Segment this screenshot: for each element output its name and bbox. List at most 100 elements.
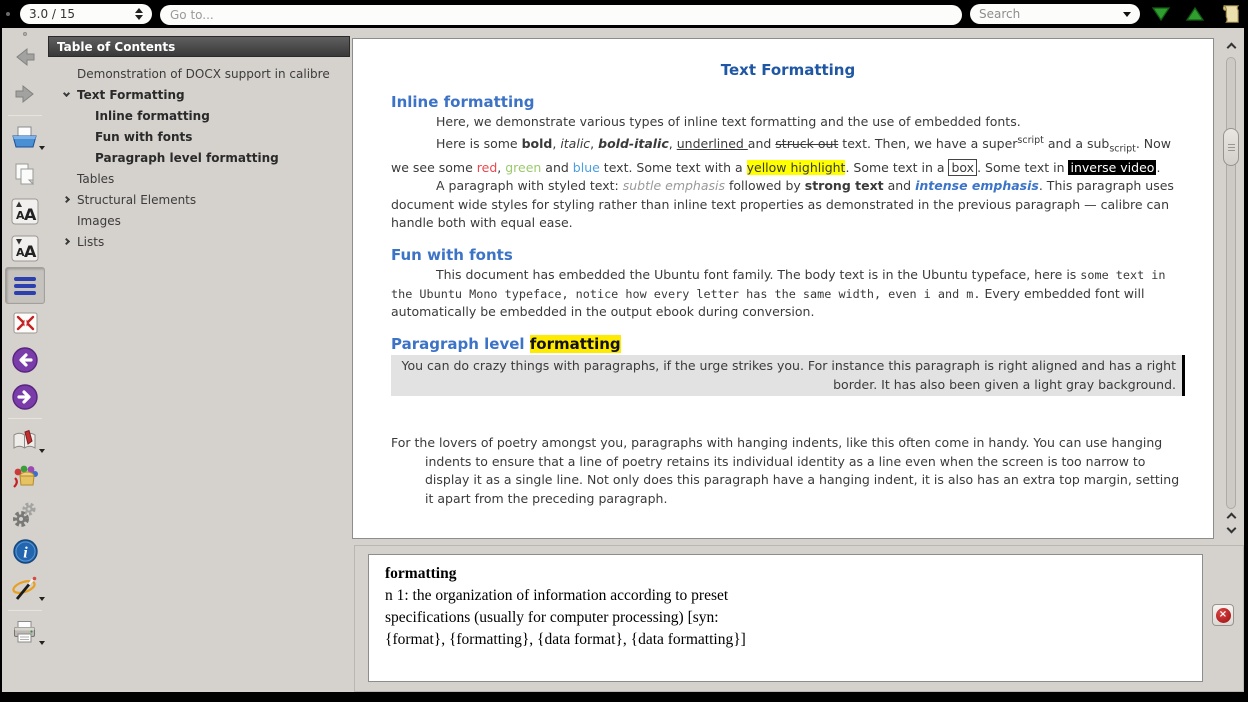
lookup-button[interactable] [5, 570, 45, 607]
preferences-colors-icon [11, 464, 39, 492]
toc-item[interactable]: Tables [48, 168, 350, 189]
forward-icon [12, 81, 38, 107]
text-span: and [748, 136, 776, 151]
scroll-up-icon[interactable] [1226, 43, 1236, 53]
section-heading-fun-with-fonts: Fun with fonts [391, 246, 1185, 265]
scrollbar-track[interactable] [1226, 57, 1236, 509]
dictionary-headword: formatting [385, 563, 1186, 585]
chevron-right-icon[interactable] [63, 238, 70, 245]
dictionary-panel: formatting n 1: the organization of info… [354, 545, 1244, 692]
toc-header: Table of Contents [48, 36, 350, 57]
text-span: and a sub [1044, 136, 1109, 151]
open-ebook-button[interactable] [5, 119, 45, 156]
toc-item[interactable]: Text Formatting [48, 84, 350, 105]
chevron-down-icon[interactable] [39, 597, 45, 601]
search-combobox[interactable]: Search [970, 4, 1140, 24]
paragraph: Here, we demonstrate various types of in… [391, 113, 1185, 132]
bookmarks-button[interactable] [5, 422, 45, 459]
table-of-contents-icon [14, 277, 36, 295]
preferences-button[interactable] [5, 496, 45, 533]
toc-item[interactable]: Paragraph level formatting [48, 147, 350, 168]
toc-item[interactable]: Inline formatting [48, 105, 350, 126]
bookmarks-icon [11, 428, 39, 454]
toc-item-label: Text Formatting [77, 88, 185, 102]
toc-header-label: Table of Contents [57, 40, 175, 54]
search-placeholder: Search [979, 7, 1020, 21]
chevron-down-icon[interactable] [39, 449, 45, 453]
toc-item[interactable]: Demonstration of DOCX support in calibre [48, 63, 350, 84]
section-heading-inline-formatting: Inline formatting [391, 93, 1185, 112]
preferences-gears-icon [11, 501, 39, 529]
scroll-up-icon[interactable] [1226, 513, 1236, 523]
toc-item-label: Paragraph level formatting [95, 151, 279, 165]
formatted-span-sub: script [1109, 143, 1135, 154]
toggle-paged-mode-button[interactable] [1216, 2, 1242, 26]
text-span: A paragraph with styled text: [436, 178, 623, 193]
paragraph: A paragraph with styled text: subtle emp… [391, 177, 1185, 233]
copy-button[interactable] [5, 156, 45, 193]
find-next-button[interactable] [1148, 6, 1174, 22]
table-of-contents-button[interactable] [5, 267, 45, 304]
formatted-span-sup: script [1017, 135, 1043, 146]
left-toolbar: A A A A [2, 28, 48, 692]
goto-field-wrap [160, 4, 962, 25]
spinner-down-icon[interactable] [135, 15, 143, 20]
page-spinner[interactable]: 3.0 / 15 [20, 4, 152, 24]
toc-item[interactable]: Lists [48, 231, 350, 252]
find-previous-button[interactable] [1182, 6, 1208, 22]
toc-item-label: Demonstration of DOCX support in calibre [77, 67, 330, 81]
scroll-down-icon[interactable] [1226, 524, 1236, 534]
formatted-span-green: green [505, 160, 541, 175]
spinner-up-icon[interactable] [135, 8, 143, 13]
chevron-down-icon[interactable] [1123, 12, 1131, 17]
font-size-larger-button[interactable]: A A [5, 193, 45, 230]
print-icon [11, 619, 39, 647]
definition-line: specifications (usually for computer pro… [385, 607, 1186, 629]
previous-page-icon [11, 346, 39, 374]
toc-panel: Table of Contents Demonstration of DOCX … [48, 28, 350, 692]
text-span: Here is some [436, 136, 522, 151]
font-size-smaller-button[interactable]: A A [5, 230, 45, 267]
metadata-button[interactable]: i [5, 533, 45, 570]
paragraph: This document has embedded the Ubuntu fo… [391, 266, 1185, 322]
preferences-colors-button[interactable] [5, 459, 45, 496]
top-toolbar: 3.0 / 15 Search [0, 0, 1248, 28]
fullscreen-button[interactable] [5, 304, 45, 341]
heading-text: Paragraph level [391, 335, 530, 353]
formatted-span-u: underlined [677, 136, 748, 151]
close-dictionary-button[interactable]: × [1212, 604, 1234, 626]
toc-item[interactable]: Structural Elements [48, 189, 350, 210]
formatted-span-intense: intense emphasis [915, 178, 1039, 193]
hanging-indent-paragraph: For the lovers of poetry amongst you, pa… [391, 434, 1185, 508]
chevron-down-icon[interactable] [63, 90, 70, 97]
page-spinner-value: 3.0 / 15 [29, 7, 75, 21]
content-area: Text Formatting Inline formatting Here, … [350, 28, 1244, 692]
toc-item-label: Tables [77, 172, 114, 186]
print-button[interactable] [5, 614, 45, 651]
toc-item-label: Fun with fonts [95, 130, 192, 144]
spinner-arrows[interactable] [135, 8, 143, 20]
goto-input[interactable] [160, 5, 962, 25]
magic-wand-icon [11, 575, 39, 603]
paragraph: Here is some bold, italic, bold-italic, … [391, 132, 1185, 178]
separator [8, 418, 42, 419]
open-ebook-icon [11, 125, 39, 151]
forward-button[interactable] [5, 75, 45, 112]
text-span: . Some text in a [845, 160, 948, 175]
next-section-button[interactable] [5, 378, 45, 415]
text-span: . [1156, 160, 1160, 175]
scrollbar-thumb[interactable] [1223, 128, 1239, 166]
chevron-down-icon[interactable] [39, 146, 45, 150]
svg-text:A: A [24, 205, 37, 224]
toc-item[interactable]: Images [48, 210, 350, 231]
toc-item[interactable]: Fun with fonts [48, 126, 350, 147]
back-button[interactable] [5, 38, 45, 75]
toc-item-label: Structural Elements [77, 193, 196, 207]
definition-line: n 1: the organization of information acc… [385, 585, 1186, 607]
previous-section-button[interactable] [5, 341, 45, 378]
formatted-span-subtle: subtle emphasis [623, 178, 725, 193]
vertical-scrollbar[interactable] [1218, 38, 1244, 539]
chevron-right-icon[interactable] [63, 196, 70, 203]
chevron-down-icon[interactable] [39, 641, 45, 645]
formatted-span-blue: blue [573, 160, 600, 175]
